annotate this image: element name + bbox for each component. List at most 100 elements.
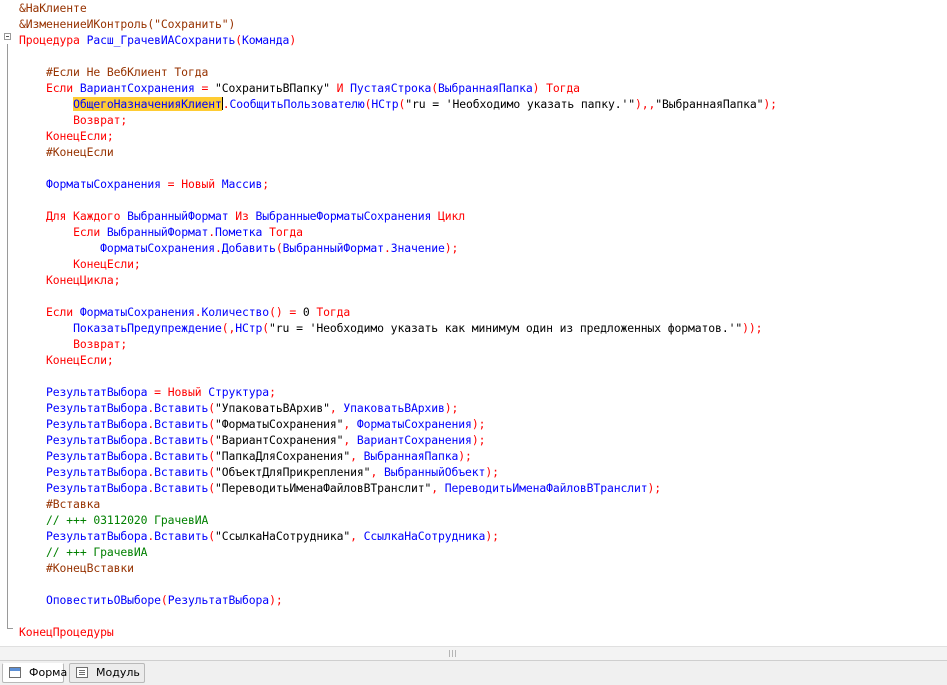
code-token: ОповеститьОВыборе (46, 593, 161, 607)
code-token: "СохранитьВПапку" (215, 81, 330, 95)
code-token: ПоказатьПредупреждение (73, 321, 222, 335)
code-token: ); (471, 433, 486, 447)
code-token: ВыбранныйФормат (127, 209, 229, 223)
code-token: КонецЕсли; (46, 353, 114, 367)
splitter-grip-icon[interactable] (449, 650, 457, 657)
code-token: , (329, 401, 344, 415)
code-token: ВыбранныйОбъект (383, 465, 486, 479)
bottom-tab-bar: Форма Модуль (0, 660, 947, 685)
code-token: Команда (242, 33, 290, 47)
code-token: Если (46, 305, 80, 319)
code-token: Вставить (154, 401, 209, 415)
form-icon (9, 667, 21, 678)
tab-module-label: Модуль (96, 666, 140, 679)
code-token: "ru = 'Необходимо указать как минимум од… (269, 321, 743, 335)
code-token: . (222, 97, 230, 111)
code-token: РезультатВыбора (46, 465, 148, 479)
code-line: Если ВыбранныйФормат.Пометка Тогда (19, 224, 303, 240)
code-token: , (350, 529, 364, 543)
code-token: РезультатВыбора (46, 433, 148, 447)
collapse-icon[interactable] (4, 33, 11, 40)
code-token: ФорматыСохранения (46, 177, 161, 191)
code-token: = (194, 81, 215, 95)
module-icon (76, 667, 88, 678)
code-token: . (214, 241, 222, 255)
code-line: Если ВариантСохранения = "СохранитьВПапк… (19, 80, 580, 96)
code-token: Добавить (221, 241, 276, 255)
code-token: ПереводитьИменаФайловВТранслит (444, 481, 648, 495)
code-token: ( (208, 433, 215, 447)
code-token: РезультатВыбора (46, 385, 148, 399)
code-token: ВыбранныеФорматыСохранения (255, 209, 432, 223)
code-token: РезультатВыбора (46, 401, 148, 415)
code-token: Если (46, 81, 80, 95)
tab-module[interactable]: Модуль (69, 663, 145, 683)
code-token: Если (73, 225, 107, 239)
code-token: "ФорматыСохранения" (215, 417, 344, 431)
code-token: ПустаяСтрока (350, 81, 432, 95)
horizontal-scrollbar[interactable] (0, 646, 947, 660)
code-line: КонецПроцедуры (19, 624, 114, 640)
code-token: , (431, 481, 445, 495)
code-token: ); (647, 481, 662, 495)
code-token: ( (208, 401, 215, 415)
code-token: ); (763, 97, 777, 111)
code-token: ВыбраннаяПапка (438, 81, 533, 95)
code-token: ОбщегоНазначенияКлиент (73, 97, 222, 111)
code-token: Вставить (154, 433, 209, 447)
code-token: "СсылкаНаСотрудника" (215, 529, 351, 543)
code-line: РезультатВыбора.Вставить("УпаковатьВАрхи… (19, 400, 458, 416)
code-token: Массив (221, 177, 263, 191)
code-token: ВыбранныйФормат (282, 241, 384, 255)
code-token: = (147, 385, 168, 399)
code-token: ( (208, 465, 215, 479)
code-line: Возврат; (19, 112, 127, 128)
code-token: . (383, 241, 391, 255)
code-token: Структура (208, 385, 270, 399)
code-line: Для Каждого ВыбранныйФормат Из Выбранные… (19, 208, 465, 224)
code-token: Количество (201, 305, 270, 319)
code-token: . (208, 225, 215, 239)
code-token: , (343, 417, 357, 431)
code-line: РезультатВыбора.Вставить("ПереводитьИмен… (19, 480, 661, 496)
code-token: ( (160, 593, 168, 607)
code-line: РезультатВыбора.Вставить("ВариантСохране… (19, 432, 485, 448)
code-token: ); (444, 241, 459, 255)
code-token: Тогда (546, 81, 580, 95)
code-token: Из (228, 209, 256, 223)
fold-gutter (0, 0, 14, 646)
code-token: НСтр (235, 321, 263, 335)
code-token: КонецПроцедуры (19, 625, 114, 639)
code-token: Вставить (154, 449, 209, 463)
code-token: ; (269, 385, 276, 399)
code-editor[interactable]: &НаКлиенте &ИзменениеИКонтроль("Сохранить… (0, 0, 947, 646)
code-line: #Вставка (19, 496, 100, 512)
code-token: Расш_ГрачевИАСохранить (86, 33, 236, 47)
code-line: РезультатВыбора.Вставить("СсылкаНаСотруд… (19, 528, 499, 544)
code-token: Пометка (215, 225, 263, 239)
code-token: &ИзменениеИКонтроль("Сохранить") (19, 17, 236, 31)
code-token: КонецЕсли; (46, 129, 114, 143)
code-token: (, (221, 321, 236, 335)
code-token: #Вставка (46, 497, 101, 511)
code-line: КонецЕсли; (19, 256, 141, 272)
code-token: Цикл (431, 209, 466, 223)
code-line: РезультатВыбора = Новый Структура; (19, 384, 276, 400)
code-token: , (370, 465, 384, 479)
tab-form[interactable]: Форма (2, 663, 67, 683)
